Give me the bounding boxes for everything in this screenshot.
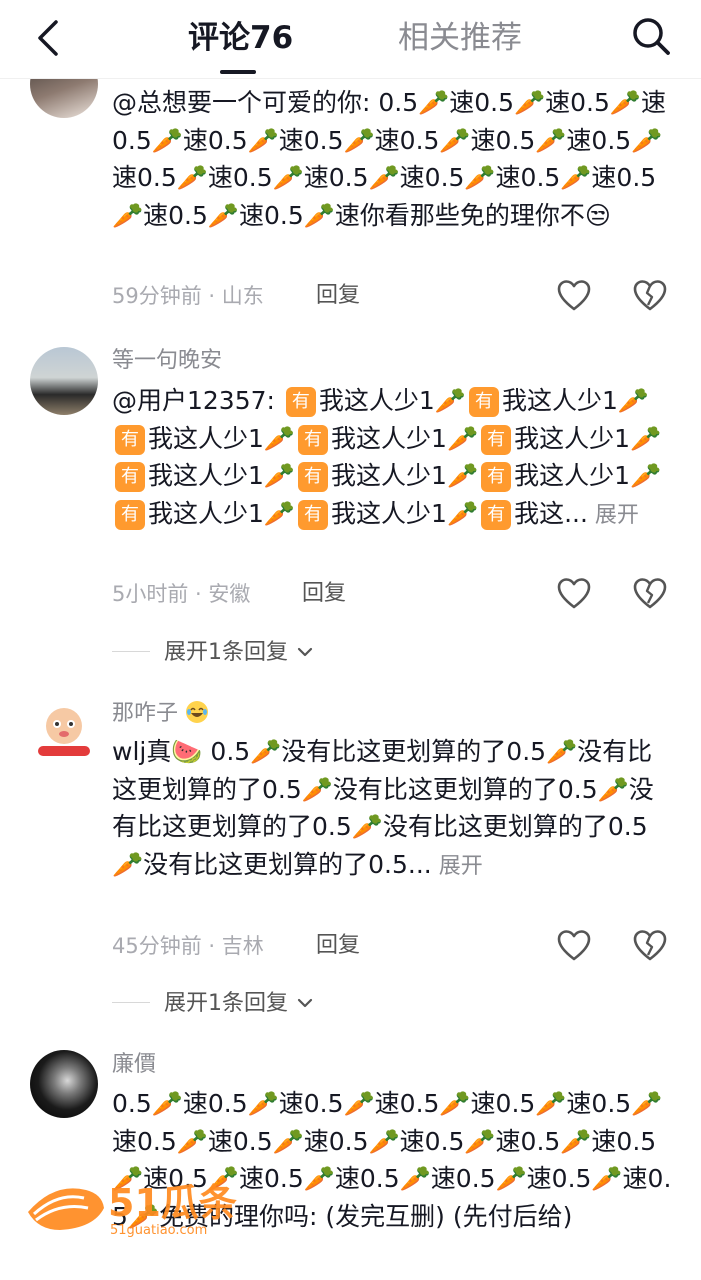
you-badge-icon: 有 xyxy=(468,387,499,417)
repeat-phrase: 我这人少1🥕 xyxy=(148,423,296,453)
repeat-phrase: 我这人少1🥕 xyxy=(148,461,296,490)
tab-comments[interactable]: 评论76 xyxy=(188,16,293,60)
expand-text-link[interactable]: 展开 xyxy=(588,503,639,528)
you-badge-icon: 有 xyxy=(481,424,512,455)
comment-username: 等一句晚安 xyxy=(112,348,223,373)
site-watermark-logo: 51瓜条 51guatiao.com xyxy=(28,1181,237,1238)
you-badge-icon: 有 xyxy=(298,462,329,492)
comment-meta: 45分钟前 · 吉林 xyxy=(112,934,264,958)
reply-button[interactable]: 回复 xyxy=(316,931,360,961)
avatar[interactable] xyxy=(30,700,98,768)
repeat-phrase: 我这人少1🥕 xyxy=(331,423,479,453)
mention-text: @用户12357: xyxy=(112,386,283,415)
broken-heart-icon[interactable] xyxy=(632,576,668,612)
comment-text: @总想要一个可爱的你: 0.5🥕速0.5🥕速0.5🥕速0.5🥕速0.5🥕速0.5… xyxy=(112,88,667,230)
expand-replies-label: 展开1条回复 xyxy=(164,991,288,1016)
heart-icon[interactable] xyxy=(556,278,592,314)
watermark-brand: 51瓜条 xyxy=(108,1181,237,1225)
divider xyxy=(112,651,150,652)
chevron-down-icon xyxy=(297,998,313,1008)
active-tab-indicator xyxy=(220,70,256,74)
you-badge-icon: 有 xyxy=(115,424,145,455)
expand-replies-label: 展开1条回复 xyxy=(164,640,288,665)
comment-meta: 59分钟前 · 山东 xyxy=(112,284,264,308)
divider xyxy=(112,1002,150,1003)
top-bar: 评论76 相关推荐 xyxy=(0,0,701,79)
you-badge-icon: 有 xyxy=(298,424,329,455)
chevron-down-icon xyxy=(297,647,313,657)
username-label: 那咋子 xyxy=(112,701,179,726)
repeat-phrase: 我这人少1🥕 xyxy=(501,386,649,415)
comment-username: 廉價 xyxy=(112,1052,157,1077)
laughing-emoji-icon xyxy=(186,701,209,723)
avatar[interactable] xyxy=(30,1050,98,1118)
you-badge-icon: 有 xyxy=(115,499,145,530)
you-badge-icon: 有 xyxy=(285,387,316,417)
you-badge-icon: 有 xyxy=(481,499,512,530)
avatar[interactable] xyxy=(30,347,98,415)
comment-text: @用户12357: 有我这人少1🥕 有我这人少1🥕有 我这人少1🥕 有我这人少1🥕 有我… xyxy=(112,382,672,534)
repeat-phrase: 我这人少1🥕 xyxy=(331,498,479,528)
you-badge-icon: 有 xyxy=(115,462,145,492)
watermark-url: 51guatiao.com xyxy=(110,1223,207,1238)
reply-button[interactable]: 回复 xyxy=(316,281,360,311)
repeat-phrase: 我这人少1🥕 xyxy=(148,498,296,528)
comment-meta: 5小时前 · 安徽 xyxy=(112,582,251,606)
heart-icon[interactable] xyxy=(556,928,592,964)
expand-text-link[interactable]: 展开 xyxy=(432,854,483,879)
expand-replies-button[interactable]: 展开1条回复 xyxy=(112,638,315,668)
search-icon[interactable] xyxy=(629,14,673,58)
comment-username: 那咋子 xyxy=(112,699,209,729)
broken-heart-icon[interactable] xyxy=(632,278,668,314)
cartoon-baby-avatar-icon xyxy=(38,708,90,756)
repeat-phrase: 我这人少1🥕 xyxy=(514,461,662,490)
tab-related[interactable]: 相关推荐 xyxy=(398,16,522,60)
comment-text: wlj真🍉 0.5🥕没有比这更划算的了0.5🥕没有比这更划算的了0.5🥕没有比这… xyxy=(112,733,672,885)
you-badge-icon: 有 xyxy=(298,499,329,530)
broken-heart-icon[interactable] xyxy=(632,928,668,964)
expand-replies-button[interactable]: 展开1条回复 xyxy=(112,989,315,1019)
you-badge-icon: 有 xyxy=(481,462,512,492)
reply-button[interactable]: 回复 xyxy=(302,579,346,609)
repeat-phrase: 我这人少1🥕 xyxy=(514,423,662,453)
back-arrow-icon[interactable] xyxy=(30,18,70,58)
repeat-phrase: 我这人少1🥕 xyxy=(318,386,466,415)
comment-body: wlj真🍉 0.5🥕没有比这更划算的了0.5🥕没有比这更划算的了0.5🥕没有比这… xyxy=(112,737,654,879)
repeat-phrase: 我这人少1🥕 xyxy=(331,461,479,490)
truncated-text: 我这... xyxy=(514,498,588,528)
heart-icon[interactable] xyxy=(556,576,592,612)
